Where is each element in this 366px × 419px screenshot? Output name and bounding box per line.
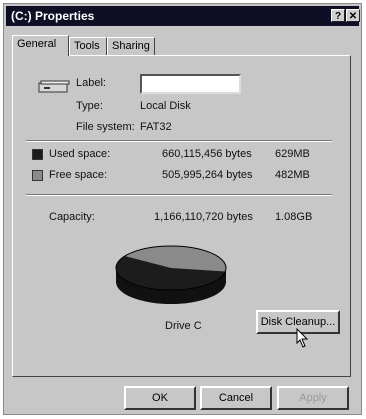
used-space-size: 629MB xyxy=(275,148,310,160)
type-caption: Type: xyxy=(76,100,103,112)
close-icon[interactable]: ✕ xyxy=(346,9,360,22)
label-caption: Label: xyxy=(76,77,106,89)
divider-top xyxy=(26,140,332,142)
help-icon[interactable]: ? xyxy=(331,9,345,22)
tab-tools-label: Tools xyxy=(74,40,100,52)
tab-general-label: General xyxy=(17,38,57,50)
tab-sharing[interactable]: Sharing xyxy=(107,37,155,55)
file-system-caption: File system: xyxy=(76,121,135,133)
used-space-caption: Used space: xyxy=(49,148,111,160)
capacity-bytes: 1,166,110,720 bytes xyxy=(154,211,253,223)
hard-drive-icon xyxy=(38,80,70,93)
window-title: (C:) Properties xyxy=(11,9,95,23)
tab-sharing-label: Sharing xyxy=(112,40,150,52)
used-space-bytes: 660,115,456 bytes xyxy=(162,148,252,160)
capacity-size: 1.08GB xyxy=(275,211,313,223)
type-value: Local Disk xyxy=(140,100,191,112)
mouse-pointer-icon xyxy=(296,328,309,348)
free-space-size: 482MB xyxy=(275,169,310,181)
label-input[interactable] xyxy=(140,74,241,94)
file-system-value: FAT32 xyxy=(140,121,172,133)
title-bar[interactable]: (C:) Properties ? ✕ xyxy=(6,6,360,26)
ok-button[interactable]: OK xyxy=(124,386,196,410)
properties-window: (C:) Properties ? ✕ General Tools Sharin… xyxy=(3,3,362,415)
disk-usage-pie xyxy=(115,245,227,304)
drive-label: Drive C xyxy=(165,320,202,332)
used-space-swatch xyxy=(32,149,43,160)
divider-bottom xyxy=(26,194,332,196)
free-space-bytes: 505,995,264 bytes xyxy=(162,169,253,181)
free-space-swatch xyxy=(32,170,43,181)
free-space-caption: Free space: xyxy=(49,169,108,181)
tab-general[interactable]: General xyxy=(12,35,69,56)
apply-button[interactable]: Apply xyxy=(277,386,349,410)
cancel-button[interactable]: Cancel xyxy=(200,386,272,410)
tab-tools[interactable]: Tools xyxy=(69,37,107,55)
capacity-caption: Capacity: xyxy=(49,211,95,223)
